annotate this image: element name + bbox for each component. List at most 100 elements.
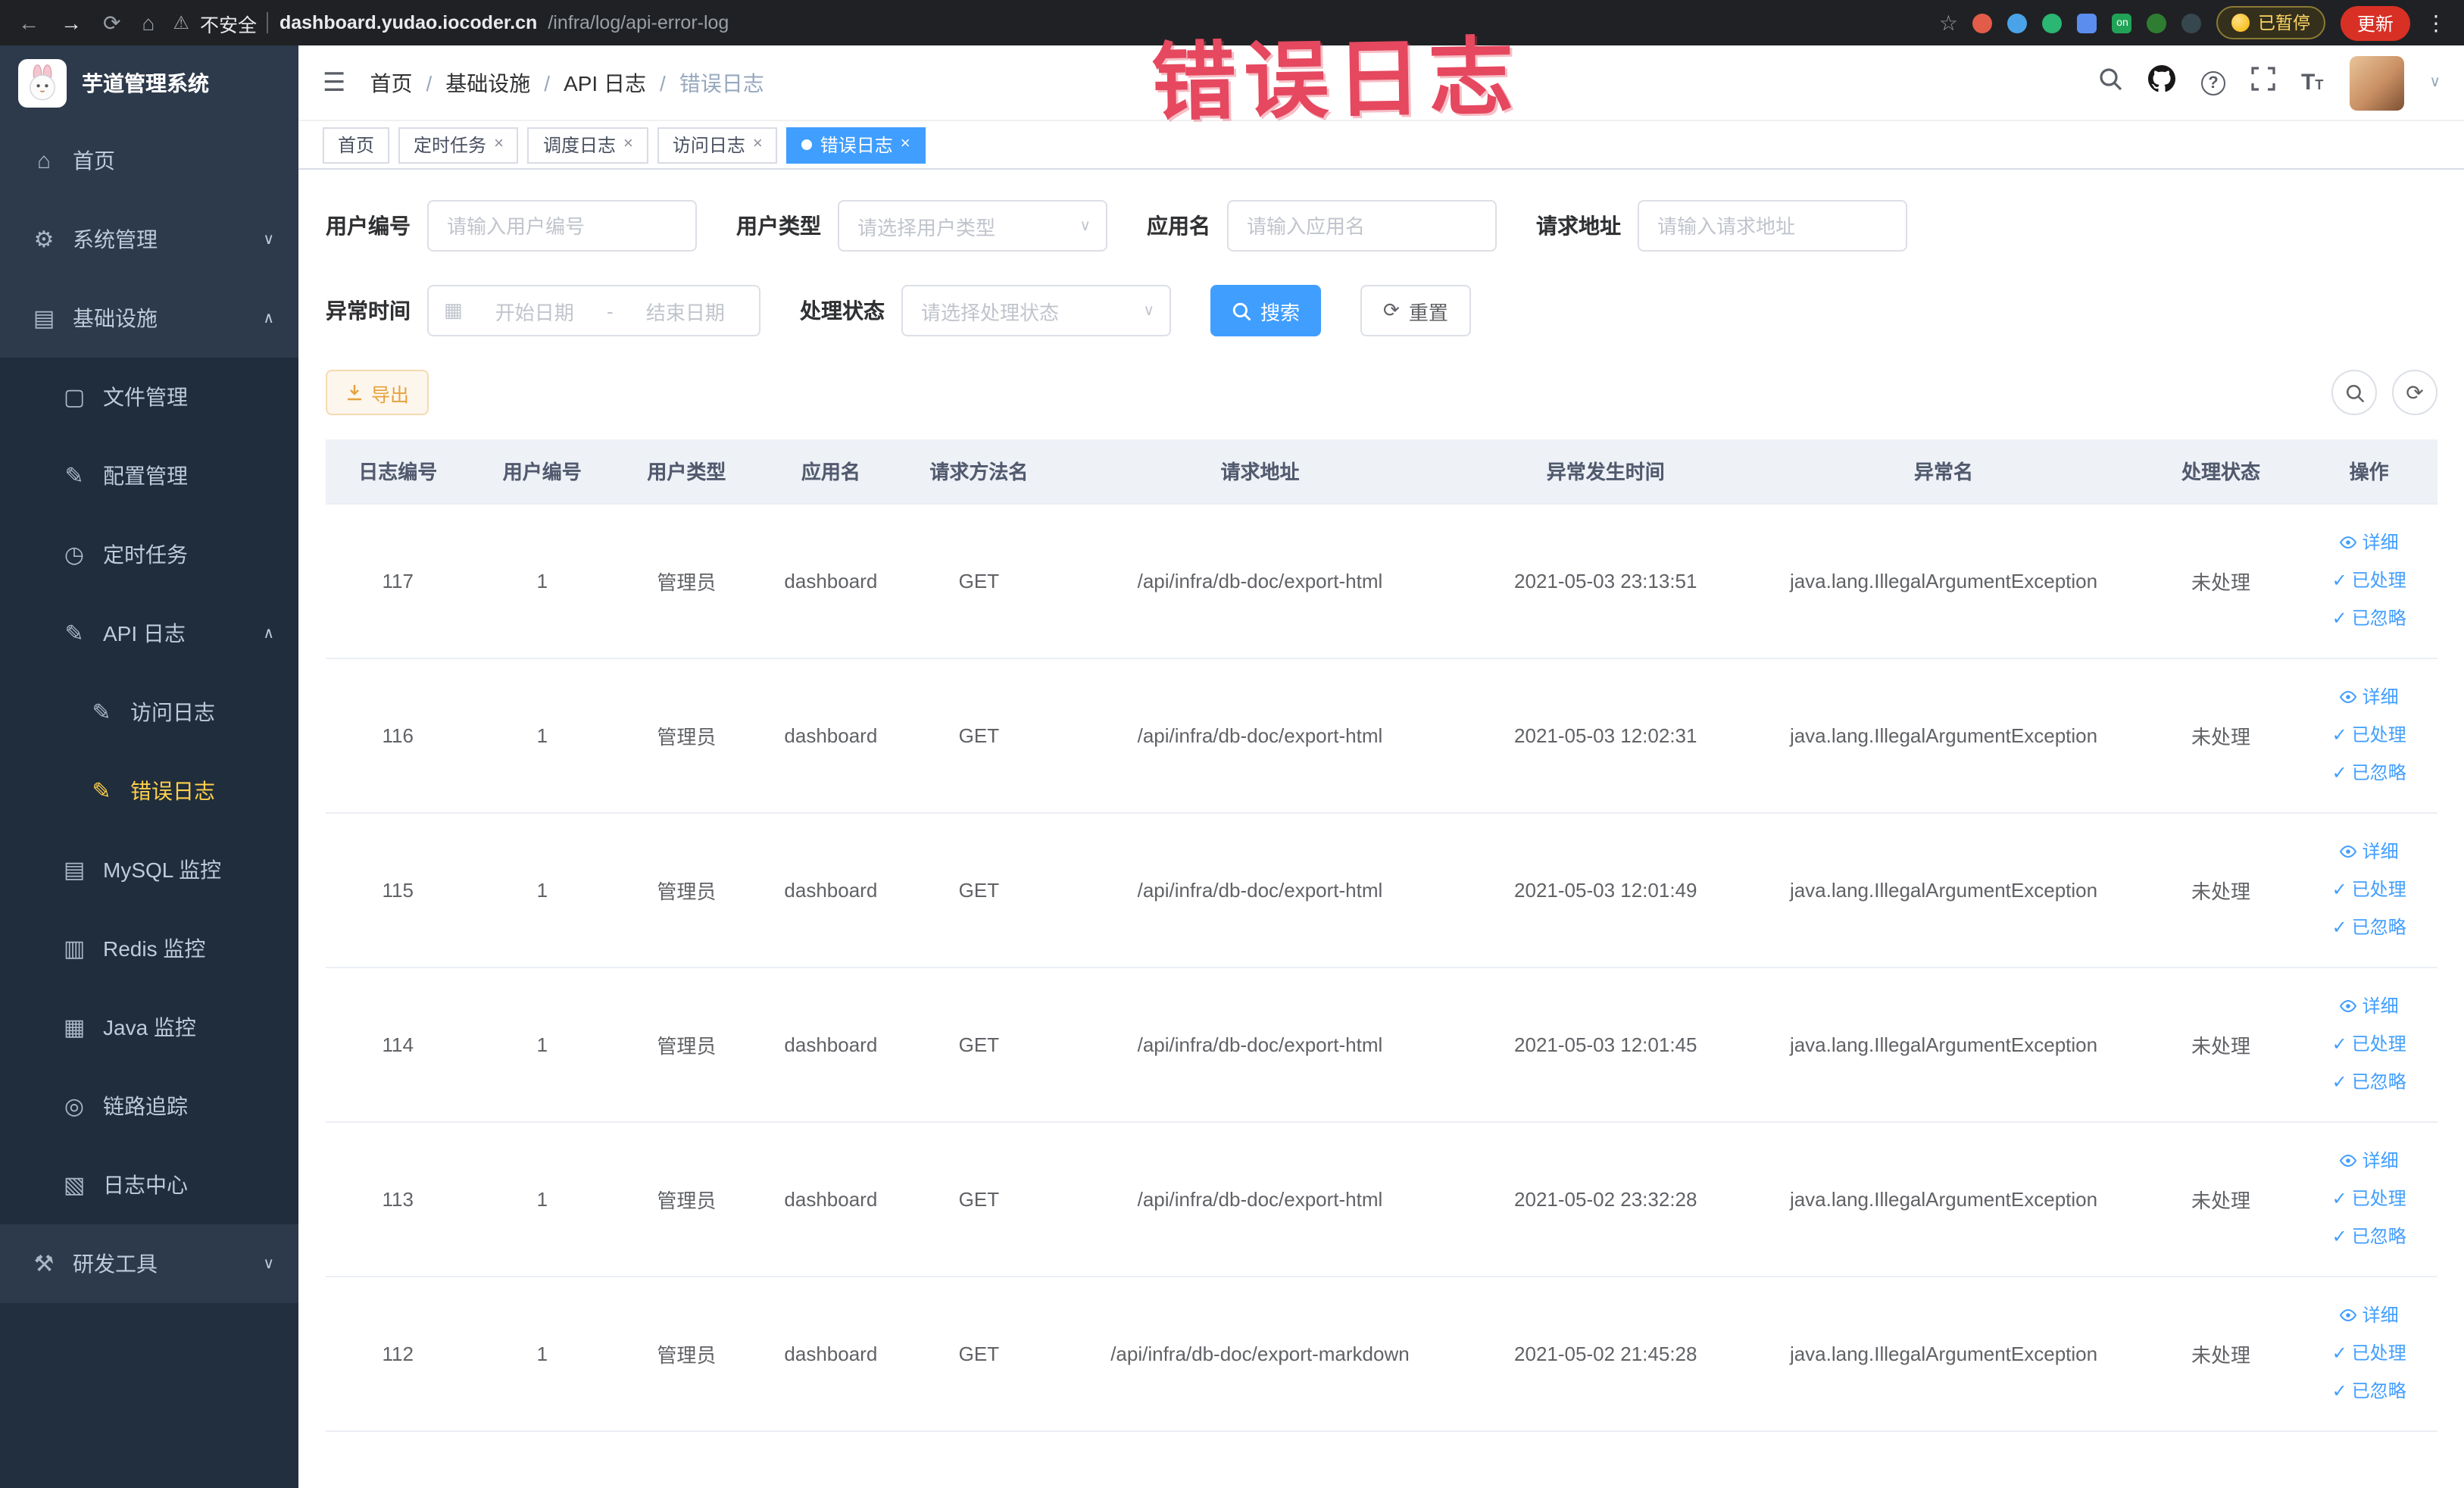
mark-processed-link[interactable]: ✓ 已处理 [2306,871,2431,908]
detail-link[interactable]: 详细 [2306,1296,2431,1334]
search-icon[interactable] [2098,67,2122,98]
toggle-search-button[interactable] [2331,370,2377,415]
sidebar-item-java-monitor[interactable]: ▦ Java 监控 [0,988,298,1067]
mark-processed-link[interactable]: ✓ 已处理 [2306,561,2431,599]
sidebar-item-label: 文件管理 [103,385,188,409]
request-url-input[interactable] [1638,200,1907,252]
app-name-input[interactable] [1227,200,1497,252]
paused-badge[interactable]: 已暂停 [2216,6,2325,39]
export-button[interactable]: 导出 [326,370,429,415]
cell-actions: 详细 ✓ 已处理 ✓ 已忽略 [2300,1276,2437,1431]
caret-down-icon[interactable]: ∨ [2429,74,2441,91]
cell-actions: 详细 ✓ 已处理 ✓ 已忽略 [2300,658,2437,813]
forward-icon[interactable]: → [61,10,82,36]
chevron-down-icon: ∨ [263,231,274,248]
mark-processed-link[interactable]: ✓ 已处理 [2306,716,2431,754]
sidebar-item-scheduled-jobs[interactable]: ◷ 定时任务 [0,515,298,594]
browser-chrome: ← → ⟳ ⌂ ⚠ 不安全 dashboard.yudao.iocoder.cn… [0,0,2464,45]
extension-icon-dark[interactable] [2181,13,2202,33]
sidebar-item-api-log[interactable]: ✎ API 日志 ∧ [0,594,298,673]
hamburger-icon[interactable]: ☰ [323,67,346,98]
sidebar-item-access-log[interactable]: ✎ 访问日志 [0,673,298,752]
close-icon[interactable]: × [494,136,504,153]
fullscreen-icon[interactable] [2251,67,2275,98]
close-icon[interactable]: × [901,136,910,153]
check-icon: ✓ [2331,761,2347,783]
app-logo[interactable]: 芋道管理系统 [0,45,298,121]
github-icon[interactable] [2148,65,2175,100]
mark-ignored-link[interactable]: ✓ 已忽略 [2306,1218,2431,1255]
mark-processed-link[interactable]: ✓ 已处理 [2306,1180,2431,1218]
help-icon[interactable]: ? [2201,70,2225,95]
mark-ignored-link[interactable]: ✓ 已忽略 [2306,599,2431,637]
tab-error-log[interactable]: 错误日志 × [786,127,926,163]
user-type-select[interactable]: 请选择用户类型 ∨ [838,200,1107,252]
detail-link[interactable]: 详细 [2306,987,2431,1025]
avatar[interactable] [2349,55,2404,110]
refresh-table-button[interactable]: ⟳ [2392,370,2437,415]
sidebar-item-log-center[interactable]: ▧ 日志中心 [0,1146,298,1224]
gear-icon: ⚙ [33,227,55,253]
mark-processed-link[interactable]: ✓ 已处理 [2306,1025,2431,1063]
date-range-picker[interactable]: ▦ 开始日期 - 结束日期 [427,285,760,336]
tab-access-log[interactable]: 访问日志 × [657,127,778,163]
chevron-down-icon: ∨ [1079,217,1091,234]
cell-time: 2021-05-02 23:32:28 [1465,1121,1747,1277]
bookmark-star-icon[interactable]: ☆ [1939,10,1958,36]
home-nav-icon[interactable]: ⌂ [142,10,155,36]
sidebar-item-file-manage[interactable]: ▢ 文件管理 [0,358,298,436]
detail-link[interactable]: 详细 [2306,678,2431,716]
check-icon: ✓ [2331,1187,2347,1208]
back-icon[interactable]: ← [18,10,39,36]
extension-icon-tree[interactable] [2147,13,2167,33]
extension-icon-blue[interactable] [2007,13,2028,33]
detail-link[interactable]: 详细 [2306,524,2431,561]
font-size-icon[interactable]: TT [2301,69,2323,96]
tab-scheduled-jobs[interactable]: 定时任务 × [398,127,519,163]
reset-button[interactable]: ⟳ 重置 [1360,285,1471,336]
reload-icon[interactable]: ⟳ [103,10,120,36]
document-icon: ✎ [92,779,111,805]
extension-icon-grid[interactable] [2077,13,2097,33]
user-id-input[interactable] [427,200,697,252]
extension-icon-red[interactable] [1972,13,1993,33]
tab-schedule-log[interactable]: 调度日志 × [527,127,648,163]
mark-ignored-link[interactable]: ✓ 已忽略 [2306,754,2431,792]
address-bar[interactable]: ⚠ 不安全 dashboard.yudao.iocoder.cn /infra/… [173,8,1920,37]
mark-processed-link[interactable]: ✓ 已处理 [2306,1334,2431,1372]
close-icon[interactable]: × [753,136,763,153]
browser-menu-icon[interactable]: ⋮ [2425,10,2447,36]
detail-link[interactable]: 详细 [2306,833,2431,871]
security-label: 不安全 [199,14,257,36]
extension-icon-green[interactable] [2042,13,2063,33]
sidebar-item-mysql-monitor[interactable]: ▤ MySQL 监控 [0,830,298,909]
table-row: 113 1 管理员 dashboard GET /api/infra/db-do… [326,1121,2437,1277]
url-path: /infra/log/api-error-log [548,12,729,33]
detail-link[interactable]: 详细 [2306,1142,2431,1180]
sidebar-item-error-log[interactable]: ✎ 错误日志 [0,752,298,830]
sidebar-item-dev-tools[interactable]: ⚒ 研发工具 ∨ [0,1224,298,1303]
sidebar-item-system[interactable]: ⚙ 系统管理 ∨ [0,200,298,279]
sidebar-item-config-manage[interactable]: ✎ 配置管理 [0,436,298,515]
cell-exception: java.lang.IllegalArgumentException [1746,812,2141,968]
sidebar-item-infra[interactable]: ▤ 基础设施 ∧ [0,279,298,358]
sidebar-item-redis-monitor[interactable]: ▥ Redis 监控 [0,909,298,988]
mark-ignored-link[interactable]: ✓ 已忽略 [2306,908,2431,946]
breadcrumb-item[interactable]: API 日志 [564,67,646,98]
close-icon[interactable]: × [623,136,633,153]
sidebar-item-home[interactable]: ⌂ 首页 [0,121,298,200]
browser-update-button[interactable]: 更新 [2340,5,2410,40]
cell-method: GET [903,658,1055,813]
extension-icon-on[interactable]: on [2112,13,2132,33]
mark-ignored-link[interactable]: ✓ 已忽略 [2306,1372,2431,1410]
cell-app: dashboard [758,967,904,1122]
tab-home[interactable]: 首页 [323,127,390,163]
process-status-select[interactable]: 请选择处理状态 ∨ [901,285,1171,336]
search-button[interactable]: 搜索 [1210,285,1322,336]
eye-icon [2340,997,2358,1015]
breadcrumb-item[interactable]: 基础设施 [445,67,530,98]
col-exception-time: 异常发生时间 [1465,439,1747,504]
sidebar-item-trace[interactable]: ◎ 链路追踪 [0,1067,298,1146]
breadcrumb-item[interactable]: 首页 [370,67,413,98]
mark-ignored-link[interactable]: ✓ 已忽略 [2306,1063,2431,1101]
